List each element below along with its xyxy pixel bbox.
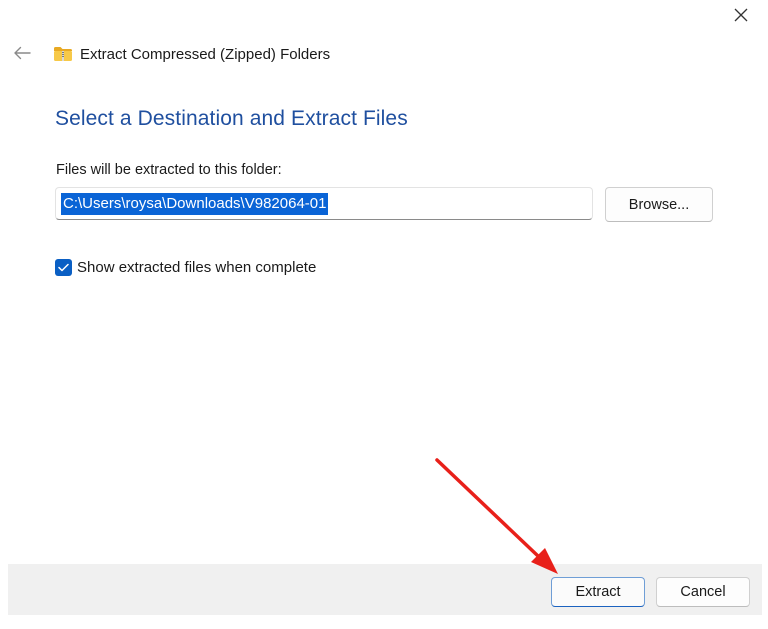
show-files-label: Show extracted files when complete [77, 258, 317, 276]
show-files-checkbox-row[interactable]: Show extracted files when complete [55, 257, 316, 277]
destination-label: Files will be extracted to this folder: [56, 162, 282, 178]
dialog-header: Extract Compressed (Zipped) Folders [53, 43, 330, 65]
extract-button[interactable]: Extract [551, 577, 645, 607]
close-icon [734, 8, 748, 22]
dialog-title: Extract Compressed (Zipped) Folders [80, 45, 331, 63]
back-arrow-icon [14, 46, 31, 60]
close-button[interactable] [726, 0, 756, 30]
extract-dialog: Extract Compressed (Zipped) Folders Sele… [0, 0, 768, 629]
checkmark-icon [58, 263, 69, 271]
red-arrow-annotation [435, 458, 558, 574]
show-files-checkbox[interactable] [55, 258, 72, 276]
destination-path-value: C:\Users\roysa\Downloads\V982064-01 [61, 192, 329, 215]
dialog-footer [8, 564, 762, 615]
back-button[interactable] [10, 41, 34, 65]
zipped-folder-icon [54, 47, 72, 61]
browse-button[interactable]: Browse... [605, 187, 713, 222]
cancel-button[interactable]: Cancel [656, 577, 750, 607]
destination-path-input[interactable]: C:\Users\roysa\Downloads\V982064-01 [55, 187, 593, 220]
page-heading: Select a Destination and Extract Files [55, 107, 408, 130]
